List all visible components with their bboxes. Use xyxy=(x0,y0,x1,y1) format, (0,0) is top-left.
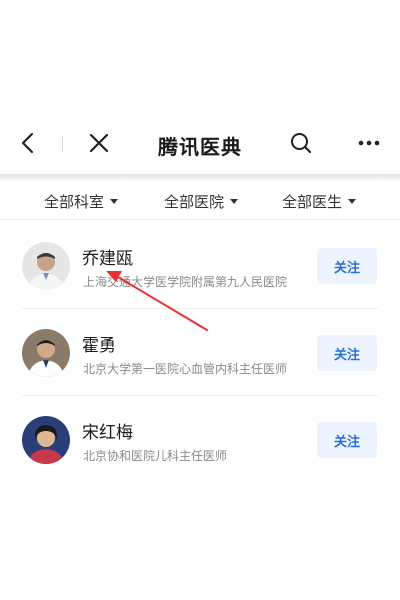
more-icon xyxy=(358,140,380,146)
doctor-name: 乔建瓯 xyxy=(82,249,133,269)
doctor-name: 霍勇 xyxy=(82,336,116,356)
caret-down-icon xyxy=(230,198,239,204)
caret-down-icon xyxy=(110,198,119,204)
follow-button[interactable]: 关注 xyxy=(317,335,377,371)
more-button[interactable] xyxy=(352,126,386,160)
filter-department[interactable]: 全部科室 xyxy=(44,190,119,212)
list-item[interactable]: 乔建瓯 上海交通大学医学院附属第九人民医院 关注 xyxy=(22,222,378,309)
list-item[interactable]: 霍勇 北京大学第一医院心血管内科主任医师 关注 xyxy=(22,309,378,396)
filter-label: 全部医生 xyxy=(282,192,343,211)
doctor-name: 宋红梅 xyxy=(82,423,133,443)
filter-label: 全部科室 xyxy=(44,192,105,211)
navbar: 腾讯医典 xyxy=(0,112,400,174)
doctor-description: 北京大学第一医院心血管内科主任医师 xyxy=(83,362,288,376)
list-item[interactable]: 宋红梅 北京协和医院儿科主任医师 关注 xyxy=(22,396,378,483)
search-icon xyxy=(291,133,312,154)
filter-doctor[interactable]: 全部医生 xyxy=(282,190,357,212)
top-blank-area xyxy=(0,0,400,112)
caret-down-icon xyxy=(348,198,357,204)
follow-button[interactable]: 关注 xyxy=(317,248,377,284)
doctor-description: 上海交通大学医学院附属第九人民医院 xyxy=(83,275,288,289)
navbar-shadow xyxy=(0,174,400,182)
doctor-description: 北京协和医院儿科主任医师 xyxy=(83,449,228,463)
filter-label: 全部医院 xyxy=(164,192,225,211)
follow-button[interactable]: 关注 xyxy=(317,422,377,458)
search-button[interactable] xyxy=(284,126,318,160)
avatar xyxy=(22,416,70,464)
page-title: 腾讯医典 xyxy=(158,135,242,159)
avatar xyxy=(22,242,70,290)
avatar xyxy=(22,329,70,377)
filter-hospital[interactable]: 全部医院 xyxy=(164,190,239,212)
doctor-list: 乔建瓯 上海交通大学医学院附属第九人民医院 关注 霍勇 北京大学第一医院心血管内… xyxy=(0,222,400,483)
filter-bar: 全部科室 全部医院 全部医生 xyxy=(0,182,400,220)
